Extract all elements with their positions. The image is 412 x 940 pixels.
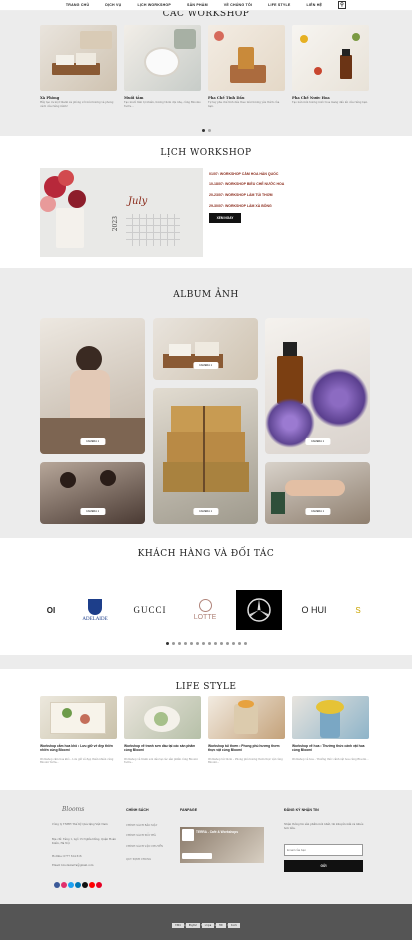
partner-logo-1[interactable]: OI xyxy=(40,590,62,630)
footer-policy-4[interactable]: QUY ĐỊNH CHUNG xyxy=(126,858,151,861)
pinterest-icon[interactable] xyxy=(96,882,102,888)
partner-logo-gucci[interactable]: GUCCI xyxy=(127,590,173,630)
schedule-event-3[interactable]: 20-23/07: WORKSHOP LÀM TÚI THƠM xyxy=(209,193,273,197)
album-photo-3[interactable]: CAMERA 1 xyxy=(153,388,258,524)
footer-policy-3[interactable]: CHÍNH SÁCH VẬN CHUYỂN xyxy=(126,845,163,848)
workshop-image-soap[interactable] xyxy=(40,25,117,91)
footer-fanpage-widget[interactable]: TERRA - Café & Workshops xyxy=(180,827,264,863)
footer-logo[interactable]: Blooms xyxy=(62,806,84,813)
workshop-desc-oil: Tự tay pha chế tinh dầu theo mùi hương y… xyxy=(208,101,280,108)
youtube-icon[interactable] xyxy=(89,882,95,888)
partner-logo-ohui[interactable]: O HUI xyxy=(291,590,337,630)
workshop-desc-perfume: Tạo nên mùi hương nước hoa mang dấu ấn c… xyxy=(292,101,368,104)
lifestyle-title: LIFE STYLE xyxy=(175,682,237,692)
footer-social-icons xyxy=(54,873,103,892)
lifestyle-post-desc-2: Workshop vẽ tranh sơn dầu tại các sản ph… xyxy=(124,758,198,765)
instagram-icon[interactable] xyxy=(61,882,67,888)
footer-policy-2[interactable]: CHÍNH SÁCH ĐỔI TRẢ xyxy=(126,834,156,837)
lifestyle-post-title-1[interactable]: Workshop cắm hoa khô • Lưu giữ vẻ đẹp th… xyxy=(40,744,118,753)
lifestyle-image-4[interactable] xyxy=(292,696,369,739)
album-photo-2[interactable]: CAMERA 1 xyxy=(153,318,258,380)
lifestyle-post-desc-3: Workshop túi thơm – Phong phú hương thơm… xyxy=(208,758,283,765)
partners-carousel-dots[interactable] xyxy=(0,642,412,645)
partners-title: KHÁCH HÀNG VÀ ĐỐI TÁC xyxy=(137,549,275,559)
calendar-month: July xyxy=(128,196,148,207)
partner-logo-lotte[interactable]: LOTTE xyxy=(182,590,228,630)
album-label-6: CAMERA 1 xyxy=(304,508,331,515)
workshop-name-soap[interactable]: Xà Phòng xyxy=(40,96,59,100)
twitter-icon[interactable] xyxy=(68,882,74,888)
nav-home[interactable]: TRANG CHỦ xyxy=(66,3,89,7)
workshop-image-essential-oil[interactable] xyxy=(208,25,285,91)
fanpage-name: TERRA - Café & Workshops xyxy=(196,830,238,834)
album-photo-1[interactable]: CAMERA 1 xyxy=(40,318,145,454)
partner-logo-mercedes[interactable] xyxy=(236,590,282,630)
calendar-year: 2023 xyxy=(112,216,119,232)
album-label-3: CAMERA 1 xyxy=(192,508,219,515)
nav-about[interactable]: VỀ CHÚNG TÔI xyxy=(224,3,252,7)
workshop-image-bath-salt[interactable] xyxy=(124,25,201,91)
nav-lifestyle[interactable]: LIFE STYLE xyxy=(268,3,290,7)
lifestyle-post-desc-4: Workshop vẽ hoa – Thưởng thức cảnh vật h… xyxy=(292,758,369,761)
workshop-image-perfume[interactable] xyxy=(292,25,369,91)
nav-services[interactable]: DỊCH VỤ xyxy=(105,3,121,7)
workshop-name-bath-salt[interactable]: Muối tắm xyxy=(124,96,143,100)
facebook-icon[interactable] xyxy=(54,882,60,888)
top-nav: TRANG CHỦ DỊCH VỤ LỊCH WORKSHOP SẢN PHẨM… xyxy=(0,0,412,11)
linkedin-icon[interactable] xyxy=(75,882,81,888)
workshop-name-oil[interactable]: Pha Chế Tinh Dầu xyxy=(208,96,244,100)
schedule-event-1[interactable]: 01/07: WORKSHOP CẮM HOA HÀN QUỐC xyxy=(209,172,278,176)
album-photo-5[interactable]: CAMERA 1 xyxy=(40,462,145,524)
payment-icons: VISA PayPal stripe MC Cash xyxy=(0,911,412,930)
workshop-name-perfume[interactable]: Pha Chế Nước Hoa xyxy=(292,96,330,100)
album-title: ALBUM ẢNH xyxy=(173,290,239,300)
newsletter-submit-button[interactable]: GỬI xyxy=(284,860,363,872)
album-photo-4[interactable]: CAMERA 1 xyxy=(265,318,370,454)
partner-logo-adelaide[interactable]: ADELAIDE xyxy=(71,590,119,630)
nav-schedule[interactable]: LỊCH WORKSHOP xyxy=(137,3,171,7)
footer-newsletter-title: ĐĂNG KÝ NHẬN TIN xyxy=(284,808,319,812)
copyright: Copyright 2023 © Bloomi Thiết kế bởi MON… xyxy=(175,924,237,927)
lifestyle-post-desc-1: Workshop cắm hoa khô – Lưu giữ vẻ đẹp th… xyxy=(40,758,114,765)
album-label-4: CAMERA 1 xyxy=(304,438,331,445)
lifestyle-image-1[interactable] xyxy=(40,696,117,739)
album-label-5: CAMERA 1 xyxy=(79,508,106,515)
workshop-desc-bath-salt: Tạo muối tắm tự nhiên, hương thơm dịu nh… xyxy=(124,101,201,108)
schedule-view-button[interactable]: XEM NGAY xyxy=(209,213,241,223)
schedule-title: LỊCH WORKSHOP xyxy=(160,148,252,158)
partner-logo-partial[interactable]: S xyxy=(346,590,370,630)
newsletter-email-input[interactable] xyxy=(284,844,363,856)
lifestyle-divider xyxy=(0,655,412,669)
footer-policy-1[interactable]: CHÍNH SÁCH BẢO MẬT xyxy=(126,824,157,827)
schedule-event-2[interactable]: 10-18/07: WORKSHOP BIỂU CHẾ NƯỚC HOA xyxy=(209,182,284,186)
schedule-event-4[interactable]: 29-30/07: WORKSHOP LÀM XÀ BÔNG xyxy=(209,204,272,208)
footer-email[interactable]: Email: bloomsterra@gmail.com xyxy=(52,864,122,868)
lifestyle-post-title-4[interactable]: Workshop vẽ hoa • Thưởng thức cảnh vật h… xyxy=(292,744,370,753)
workshop-desc-soap: Hãy tạo ra một thanh xà phòng với mùi hư… xyxy=(40,101,114,108)
lifestyle-post-title-3[interactable]: Workshop túi thơm • Phong phú hương thơm… xyxy=(208,744,286,753)
schedule-calendar-image: July 2023 xyxy=(40,168,203,257)
nav-products[interactable]: SẢN PHẨM xyxy=(187,3,208,7)
workshop-carousel-dots[interactable] xyxy=(0,129,412,132)
footer-newsletter-desc: Nhận thông tin sản phẩm mới nhất, tin kh… xyxy=(284,823,364,830)
lifestyle-image-3[interactable] xyxy=(208,696,285,739)
footer-policy-title: CHÍNH SÁCH xyxy=(126,808,149,812)
album-photo-6[interactable]: CAMERA 1 xyxy=(265,462,370,524)
footer-company: Công ty TNHH Thế Kỷ Quà tặng Việt Nam xyxy=(52,823,108,826)
album-label-1: CAMERA 1 xyxy=(79,438,106,445)
album-label-2: CAMERA 1 xyxy=(192,362,219,369)
lifestyle-post-title-2[interactable]: Workshop vẽ tranh sơn dầu tại các sản ph… xyxy=(124,744,202,753)
footer-address: Địa chỉ: Tầng 1, ngõ 15 Nghĩa Dũng, Quận… xyxy=(52,838,116,845)
tiktok-icon[interactable] xyxy=(82,882,88,888)
footer-fanpage-title: FANPAGE xyxy=(180,808,198,812)
footer-hotline: Hotline: 0777 614 616 xyxy=(52,855,82,858)
bottom-bar: VISA PayPal stripe MC Cash Copyright 2023 © … xyxy=(0,904,412,940)
search-icon[interactable]: ⚲ xyxy=(338,1,347,9)
nav-contact[interactable]: LIÊN HỆ xyxy=(307,3,323,7)
lifestyle-image-2[interactable] xyxy=(124,696,201,739)
